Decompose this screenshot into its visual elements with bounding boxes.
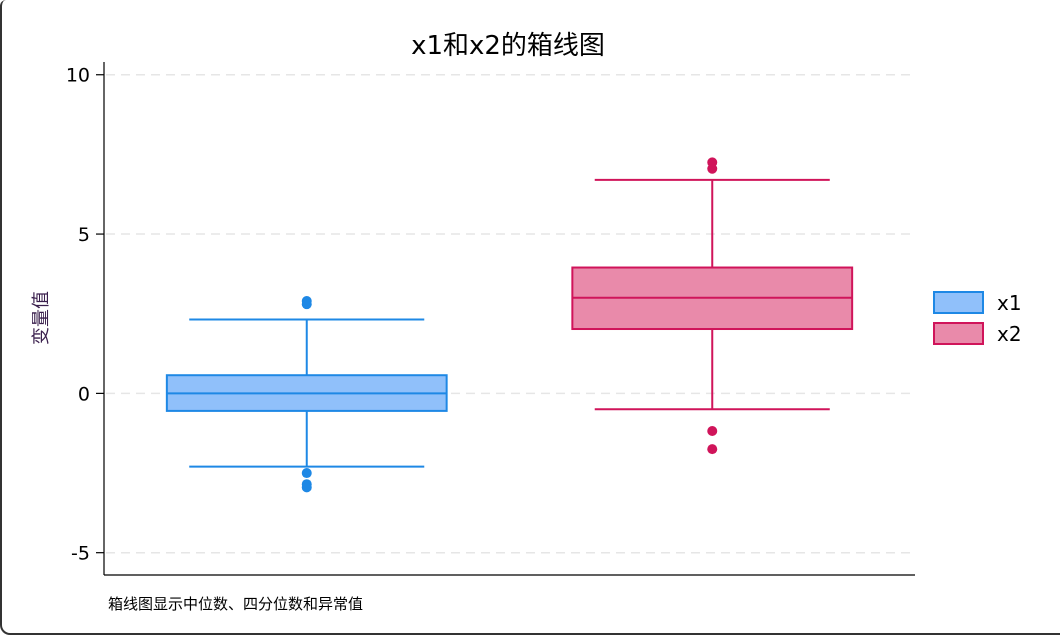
outlier-point: [707, 444, 718, 455]
outlier-point: [707, 425, 718, 436]
chart-title: x1和x2的箱线图: [411, 31, 605, 61]
box-x1: [165, 295, 448, 493]
chart-note: 箱线图显示中位数、四分位数和异常值: [108, 595, 363, 613]
box-layer: [165, 157, 854, 493]
y-tick-label: -5: [71, 543, 90, 565]
y-axis-label: 变量值: [31, 291, 52, 345]
outlier-point: [301, 468, 312, 479]
y-tick-label: 10: [66, 65, 90, 87]
box-x2: [571, 157, 854, 455]
legend-label: x2: [997, 322, 1022, 346]
legend-item-x2: x2: [933, 322, 1022, 346]
legend-label: x1: [997, 291, 1022, 315]
y-tick-label: 5: [78, 224, 90, 246]
legend-item-x1: x1: [933, 291, 1022, 315]
outlier-point: [707, 163, 718, 174]
legend: x1x2: [933, 291, 1022, 346]
legend-swatch: [933, 291, 984, 314]
box-plot-chart: -5 0 5 10 x1和x2的箱线图 变量值 箱线图显示中位数、四分位数和异常值 x…: [31, 31, 1022, 613]
legend-swatch: [933, 322, 984, 345]
outlier-point: [301, 299, 312, 310]
y-tick-label: 0: [78, 383, 90, 405]
outlier-point: [301, 482, 312, 493]
